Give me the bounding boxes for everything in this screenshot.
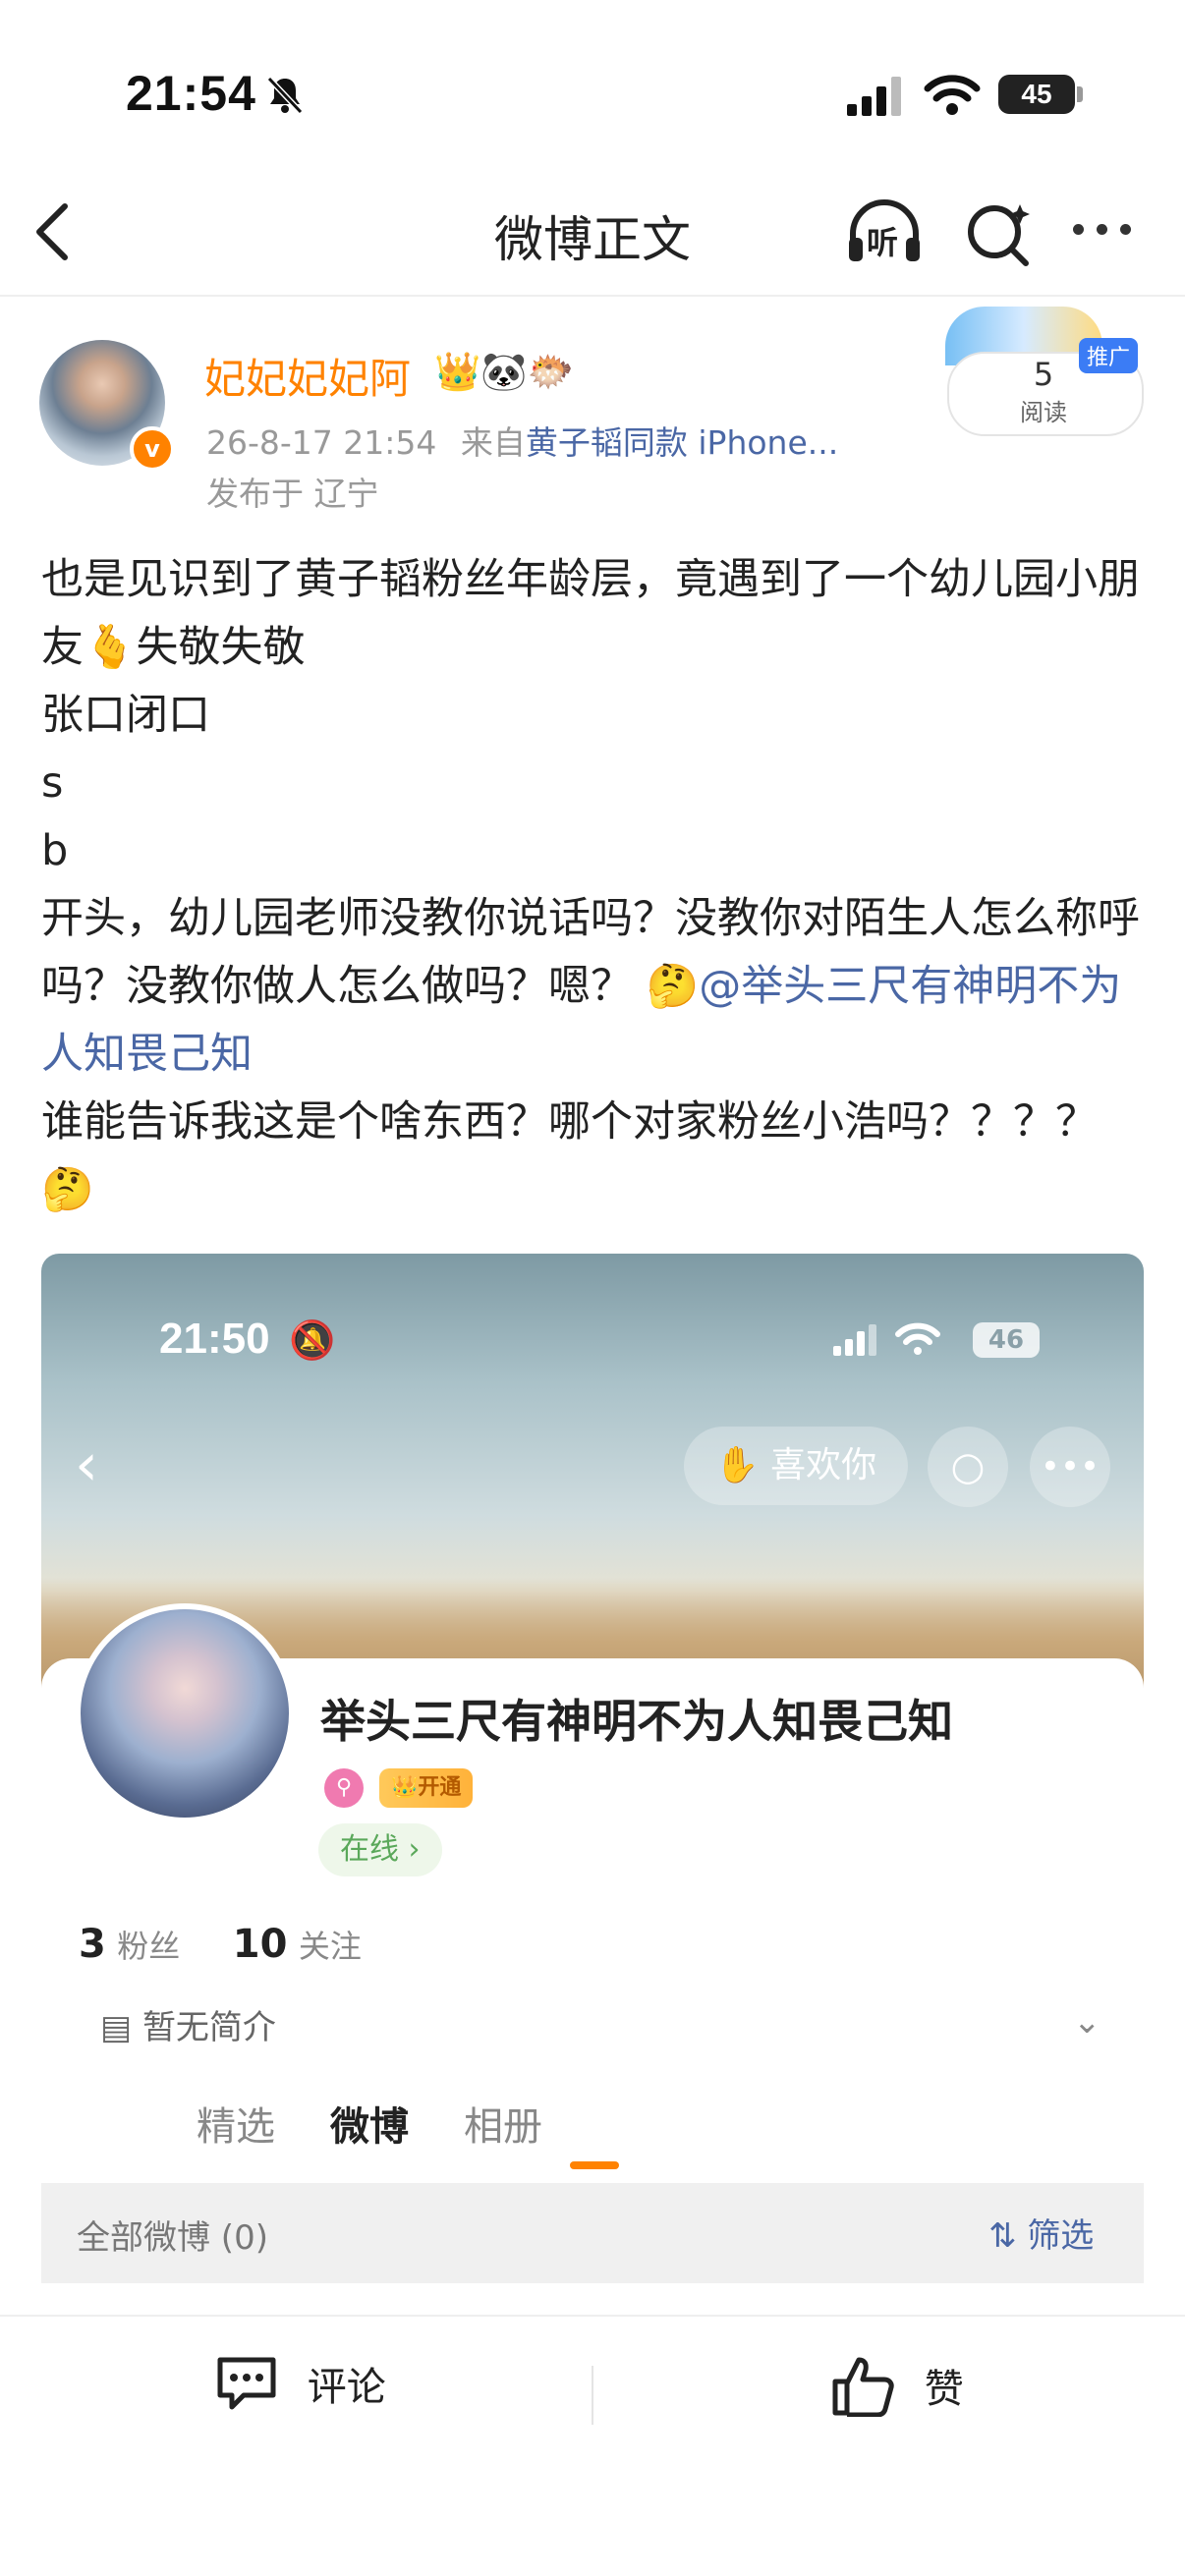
verified-badge: v [130,426,175,472]
emoji-hands: 🫰 [84,623,137,672]
nav-divider [0,295,1185,297]
source-prefix: 来自 [460,423,526,462]
embedded-tab-album: 相册 [464,2104,542,2150]
embedded-profile-name: 举头三尺有神明不为人知畏己知 [320,1695,953,1748]
attached-screenshot[interactable]: 21:50 🔕 46 ‹ ✋ 喜欢你 ○ ••• 举头三尺有神明不为人知畏己知 … [41,1254,1144,2315]
embedded-back-icon: ‹ [75,1430,98,1499]
embedded-search-icon: ○ [928,1427,1008,1507]
cellular-signal-icon [847,77,901,116]
bottom-action-bar [0,2317,1185,2576]
thumbs-up-icon [832,2357,894,2418]
post-source[interactable]: 黄子韬同款 iPhone... [526,423,838,462]
embedded-followers-label: 粉丝 [117,1928,181,1965]
listen-button[interactable]: 听 [845,198,924,267]
battery-cap [1077,86,1083,102]
comment-button[interactable]: 评论 [214,2354,386,2438]
embedded-time: 21:50 [159,1315,270,1363]
author-name[interactable]: 妃妃妃妃阿 [204,346,411,406]
embedded-wifi-signal-icon [833,1322,940,1356]
embedded-followers-count: 3 [79,1922,106,1967]
embedded-filter: ⇅ 筛选 [988,2216,1095,2256]
like-label: 赞 [924,2367,964,2412]
emoji-thinking-2: 🤔 [41,1165,94,1214]
bell-muted-icon [266,76,304,115]
listen-label: 听 [867,224,899,261]
embedded-chevron-down-icon: ⌄ [1073,2002,1101,2042]
author-badges: 👑🐼🐡 [434,350,574,393]
post-location: 发布于 辽宁 [206,475,379,513]
embedded-stats: 3 粉丝 10 关注 [79,1922,403,1967]
bottom-divider [0,2315,1185,2317]
embedded-bell-muted-icon: 🔕 [289,1318,336,1362]
embedded-more-icon: ••• [1030,1427,1110,1507]
embedded-battery: 46 [973,1322,1040,1358]
embedded-tab-featured: 精选 [197,2104,275,2150]
status-time: 21:54 [126,66,256,121]
post-meta: 26-8-17 21:54 来自黄子韬同款 iPhone... [206,417,838,464]
embedded-hand-icon: ✋ [714,1445,760,1485]
body-line-2: 张口闭口 [41,691,210,740]
bottom-separator [592,2366,593,2425]
post-date: 26-8-17 21:54 [206,423,437,462]
embedded-tab-weibo: 微博 [330,2104,409,2150]
body-line-6: 谁能告诉我这是个啥东西？哪个对家粉丝小浩吗？？？？ [41,1097,1098,1147]
more-options-icon[interactable] [1073,220,1144,239]
emoji-thinking: 🤔 [646,962,700,1011]
embedded-profile-avatar [75,1603,295,1823]
embedded-vip-badge: 👑开通 [379,1768,474,1808]
embedded-like-you-button: ✋ 喜欢你 [684,1427,908,1505]
read-count: 5 [1033,356,1054,393]
embedded-intro-text: 暂无简介 [141,2008,276,2047]
body-line-1-end: 失敬失敬 [136,623,306,672]
read-label: 阅读 [1020,399,1067,426]
body-line-3: s [41,758,64,808]
post-body: 也是见识到了黄子韬粉丝年龄层，竟遇到了一个幼儿园小朋友🫰失敬失敬 张口闭口 s … [41,546,1152,1224]
embedded-filter-icon: ⇅ [988,2216,1017,2256]
embedded-doc-icon: ▤ [100,2008,133,2047]
search-icon[interactable] [965,198,1034,267]
embedded-tab-indicator [570,2161,619,2169]
body-line-4: b [41,826,69,875]
comment-icon [217,2357,276,2410]
embedded-following-label: 关注 [298,1928,362,1965]
comment-label: 评论 [307,2365,386,2410]
embedded-online-status: 在线 › [318,1823,442,1876]
battery-indicator: 45 [998,75,1075,114]
wifi-icon [924,75,981,115]
embedded-following-count: 10 [232,1922,288,1967]
like-button[interactable]: 赞 [831,2354,964,2438]
embedded-intro: ▤ 暂无简介 [100,2000,276,2048]
embedded-like-label: 喜欢你 [770,1445,877,1485]
embedded-level-icon: ⚲ [324,1768,364,1808]
embedded-all-posts: 全部微博 (0) [77,2218,268,2258]
